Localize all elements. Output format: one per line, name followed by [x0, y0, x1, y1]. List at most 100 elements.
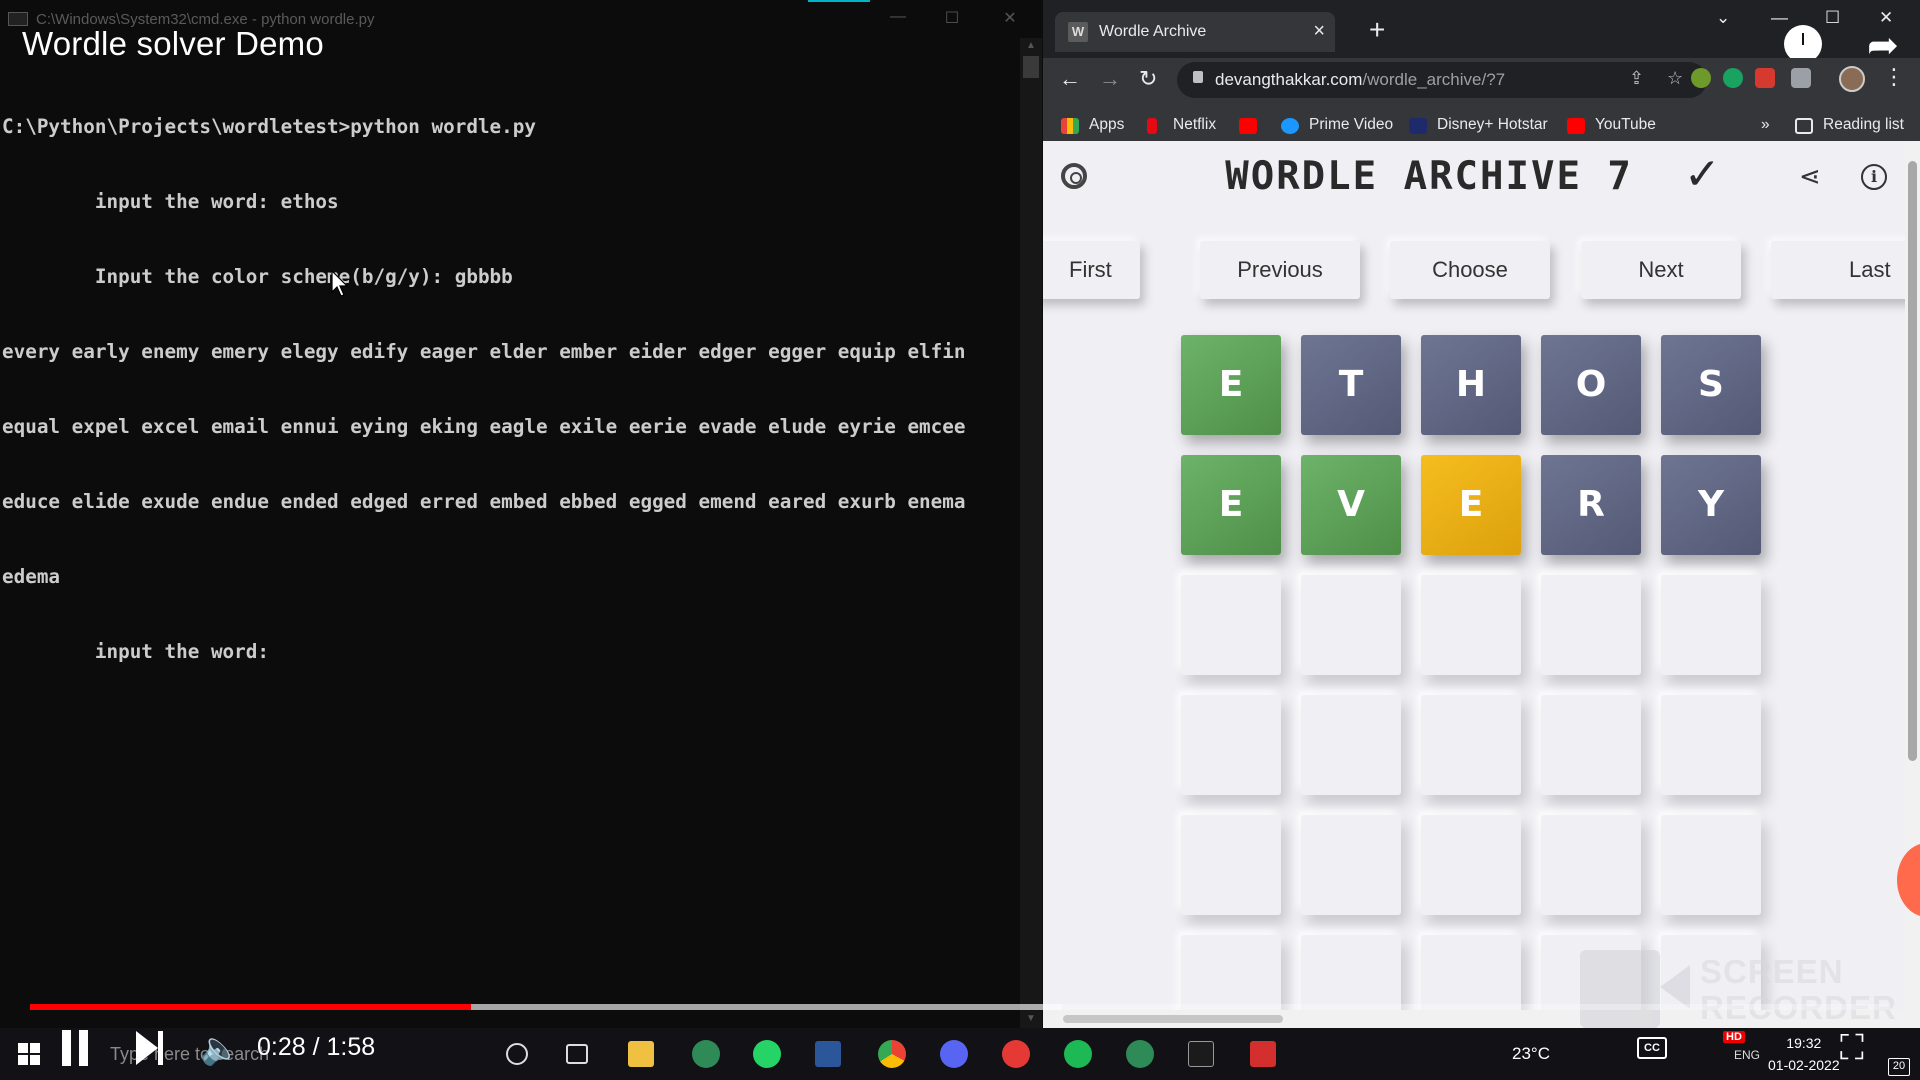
maximize-icon[interactable]: ☐ — [940, 8, 964, 30]
tab-search-icon[interactable]: ⌄ — [1716, 8, 1730, 28]
horizontal-scrollbar-thumb[interactable] — [1063, 1015, 1283, 1023]
letter-tile: R — [1541, 455, 1641, 555]
scroll-up-icon[interactable]: ▲ — [1026, 40, 1036, 51]
bookmark-prime-video[interactable]: Prime Video — [1309, 116, 1393, 134]
previous-button[interactable]: Previous — [1200, 241, 1360, 299]
empty-tile — [1301, 575, 1401, 675]
bookmark-youtube[interactable]: YouTube — [1595, 116, 1656, 134]
notifications-badge[interactable]: 20 — [1888, 1058, 1910, 1076]
tab-wordle-archive[interactable]: W Wordle Archive × — [1055, 12, 1335, 52]
terminal-line: edema — [2, 565, 61, 588]
more-bookmarks-icon[interactable]: » — [1761, 116, 1770, 134]
bookmark-disney-hotstar[interactable]: Disney+ Hotstar — [1437, 116, 1548, 134]
empty-tile — [1421, 575, 1521, 675]
word-icon[interactable] — [815, 1041, 841, 1067]
browser-maximize-icon[interactable]: ☐ — [1825, 8, 1840, 28]
letter-tile: V — [1301, 455, 1401, 555]
search-placeholder: Type here to search — [110, 1044, 270, 1064]
url-host: devangthakkar.com — [1215, 70, 1363, 89]
wordle-page: WORDLE ARCHIVE 7 ✓ ⋖ i First Previous Ch… — [1043, 141, 1905, 1028]
task-view-icon[interactable] — [566, 1044, 588, 1064]
recorder-taskbar-icon[interactable] — [1250, 1041, 1276, 1067]
scroll-down-icon[interactable]: ▼ — [1026, 1013, 1036, 1024]
letter-tile: E — [1181, 335, 1281, 435]
letter-tile: H — [1421, 335, 1521, 435]
empty-tile — [1661, 695, 1761, 795]
volume-icon[interactable]: 🔈 — [200, 1030, 240, 1066]
share-icon[interactable]: ⋖ — [1799, 161, 1821, 192]
last-button[interactable]: Last — [1771, 241, 1905, 299]
recorder-camera-icon — [1580, 950, 1660, 1028]
share-page-icon[interactable]: ⇪ — [1629, 68, 1644, 89]
android-extension-icon[interactable] — [1691, 68, 1711, 88]
terminal-taskbar-icon[interactable] — [1188, 1041, 1214, 1067]
bookmark-apps[interactable]: Apps — [1089, 116, 1124, 134]
url-path: /wordle_archive/?7 — [1362, 70, 1506, 89]
terminal-line: input the word: ethos — [2, 190, 339, 213]
language-indicator[interactable]: ENG — [1734, 1048, 1760, 1062]
reload-icon[interactable]: ↻ — [1139, 64, 1157, 94]
tab-title: Wordle Archive — [1099, 23, 1207, 40]
close-icon[interactable]: ✕ — [998, 8, 1022, 30]
extensions-puzzle-icon[interactable] — [1791, 68, 1811, 88]
windows-start-icon[interactable] — [18, 1043, 40, 1065]
tab-close-icon[interactable]: × — [1313, 20, 1325, 43]
tp-extension-icon[interactable] — [1755, 68, 1775, 88]
weather-widget[interactable]: 23°C — [1512, 1044, 1550, 1064]
address-bar[interactable]: devangthakkar.com/wordle_archive/?7 ⇪ ☆ — [1177, 62, 1707, 98]
next-button[interactable]: Next — [1581, 241, 1741, 299]
spotify-icon[interactable] — [1064, 1040, 1092, 1068]
app-green2-icon[interactable] — [1126, 1040, 1154, 1068]
mouse-cursor-icon — [331, 270, 349, 297]
bookmark-netflix[interactable]: Netflix — [1173, 116, 1216, 134]
minimize-icon[interactable]: — — [886, 8, 910, 30]
back-icon[interactable]: ← — [1059, 64, 1081, 94]
new-tab-icon[interactable]: + — [1369, 16, 1385, 44]
youtube-bookmark-icon — [1239, 118, 1257, 134]
cmd-icon — [8, 12, 28, 26]
first-button[interactable]: First — [1043, 241, 1140, 299]
reading-list[interactable]: Reading list — [1823, 116, 1904, 134]
discord-icon[interactable] — [940, 1040, 968, 1068]
profile-avatar[interactable] — [1839, 66, 1865, 92]
lock-icon — [1193, 71, 1203, 83]
empty-tile — [1181, 815, 1281, 915]
video-progress-bar[interactable] — [30, 1004, 1890, 1010]
empty-tile — [1541, 695, 1641, 795]
youtube-icon — [1567, 118, 1585, 134]
pause-icon[interactable] — [60, 1030, 90, 1066]
page-scrollbar-thumb[interactable] — [1908, 161, 1917, 761]
cortana-icon[interactable] — [506, 1043, 528, 1065]
terminal-window[interactable]: C:\Windows\System32\cmd.exe - python wor… — [0, 0, 1043, 1028]
empty-tile — [1301, 695, 1401, 795]
empty-tile — [1541, 575, 1641, 675]
exit-fullscreen-icon[interactable]: ⛶ — [1840, 1030, 1864, 1066]
scrollbar-thumb[interactable] — [1023, 56, 1039, 78]
system-clock[interactable]: 19:32 01-02-2022 — [1768, 1032, 1840, 1076]
terminal-output[interactable]: C:\Python\Projects\wordletest>python wor… — [2, 64, 1012, 714]
next-video-icon[interactable] — [136, 1030, 166, 1066]
grammarly-extension-icon[interactable] — [1723, 68, 1743, 88]
terminal-scrollbar[interactable]: ▲ ▼ — [1020, 38, 1042, 1028]
info-icon[interactable]: i — [1861, 164, 1887, 190]
chrome-icon[interactable] — [878, 1040, 906, 1068]
letter-tile: Y — [1661, 455, 1761, 555]
watermark-line1: SCREEN — [1700, 953, 1844, 990]
terminal-line: every early enemy emery elegy edify eage… — [2, 340, 966, 363]
browser-menu-icon[interactable]: ⋮ — [1883, 64, 1905, 90]
browser-minimize-icon[interactable]: — — [1771, 8, 1788, 28]
file-explorer-icon[interactable] — [628, 1041, 654, 1067]
forward-icon[interactable]: → — [1099, 64, 1121, 94]
prime-video-icon — [1281, 118, 1299, 134]
browser-window[interactable]: W Wordle Archive × + ⌄ — ☐ ✕ ➦ ← → ↻ dev… — [1043, 0, 1920, 1028]
bookmark-star-icon[interactable]: ☆ — [1667, 68, 1683, 89]
empty-tile — [1421, 695, 1521, 795]
captions-button[interactable]: CC — [1637, 1037, 1667, 1059]
youtube-app-icon[interactable] — [1002, 1040, 1030, 1068]
favicon-icon: W — [1068, 22, 1088, 42]
letter-tile: T — [1301, 335, 1401, 435]
app-green-icon[interactable] — [692, 1040, 720, 1068]
choose-button[interactable]: Choose — [1390, 241, 1550, 299]
letter-tile: E — [1181, 455, 1281, 555]
whatsapp-icon[interactable] — [753, 1040, 781, 1068]
